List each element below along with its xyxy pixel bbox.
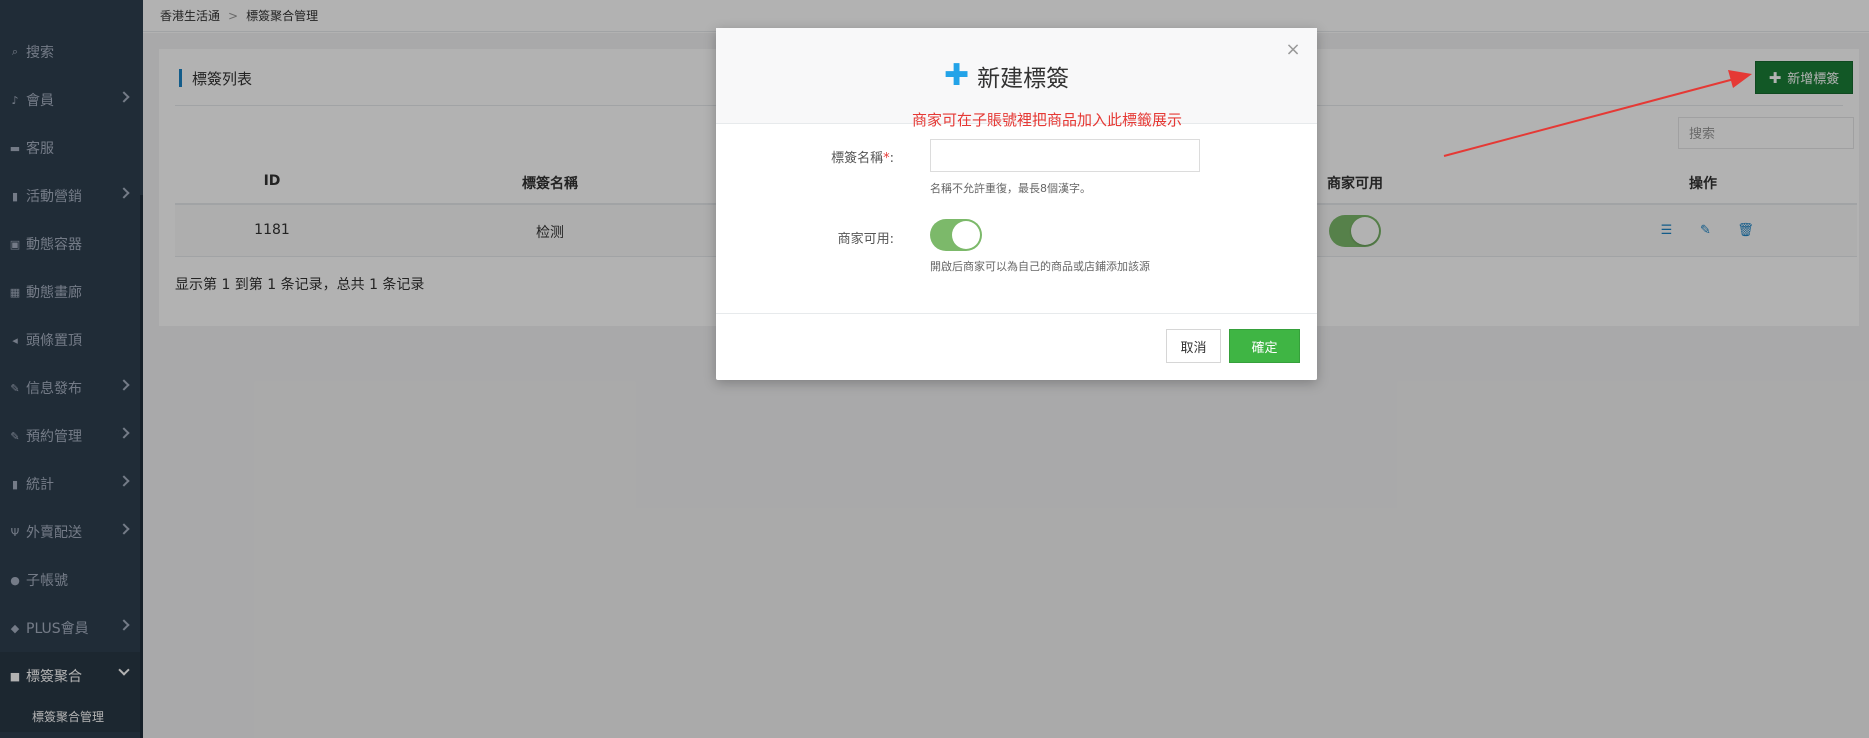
cancel-button[interactable]: 取消 — [1166, 329, 1221, 363]
dialog-title-text: 新建標簽 — [977, 66, 1070, 92]
confirm-button[interactable]: 確定 — [1229, 329, 1300, 363]
merchant-available-switch[interactable] — [930, 219, 982, 251]
tag-name-input[interactable] — [930, 139, 1200, 172]
annotation-text: 商家可在子賬號裡把商品加入此標籤展示 — [912, 111, 1183, 129]
tag-name-label: 標簽名稱*: — [734, 147, 894, 166]
dialog-footer-divider — [716, 313, 1317, 314]
label-colon: : — [889, 151, 894, 166]
merchant-available-hint: 開啟后商家可以為自己的商品或店鋪添加該源 — [930, 260, 1150, 273]
tag-name-label-text: 標簽名稱 — [831, 151, 884, 166]
tag-name-hint: 名稱不允許重復，最長8個漢字。 — [930, 182, 1091, 195]
close-icon[interactable]: × — [1285, 41, 1301, 59]
dialog-title: ✚ 新建標簽 — [944, 59, 1069, 93]
merchant-available-label: 商家可用: — [837, 232, 894, 247]
new-tag-dialog: ✚ 新建標簽 × 商家可在子賬號裡把商品加入此標籤展示 標簽名稱*: 名稱不允許… — [716, 28, 1317, 380]
app-root: ⌕ 搜索 ♪ 會員 ▬ 客服 ▮ 活動營銷 ▣ 動態容器 ▦ 動態畫廊 ◂ 頭條置頂 ✎ 信息發布 ✎ 預約管理 ▮… — [0, 0, 1869, 738]
toggle-knob — [952, 221, 980, 249]
plus-icon: ✚ — [944, 58, 970, 93]
